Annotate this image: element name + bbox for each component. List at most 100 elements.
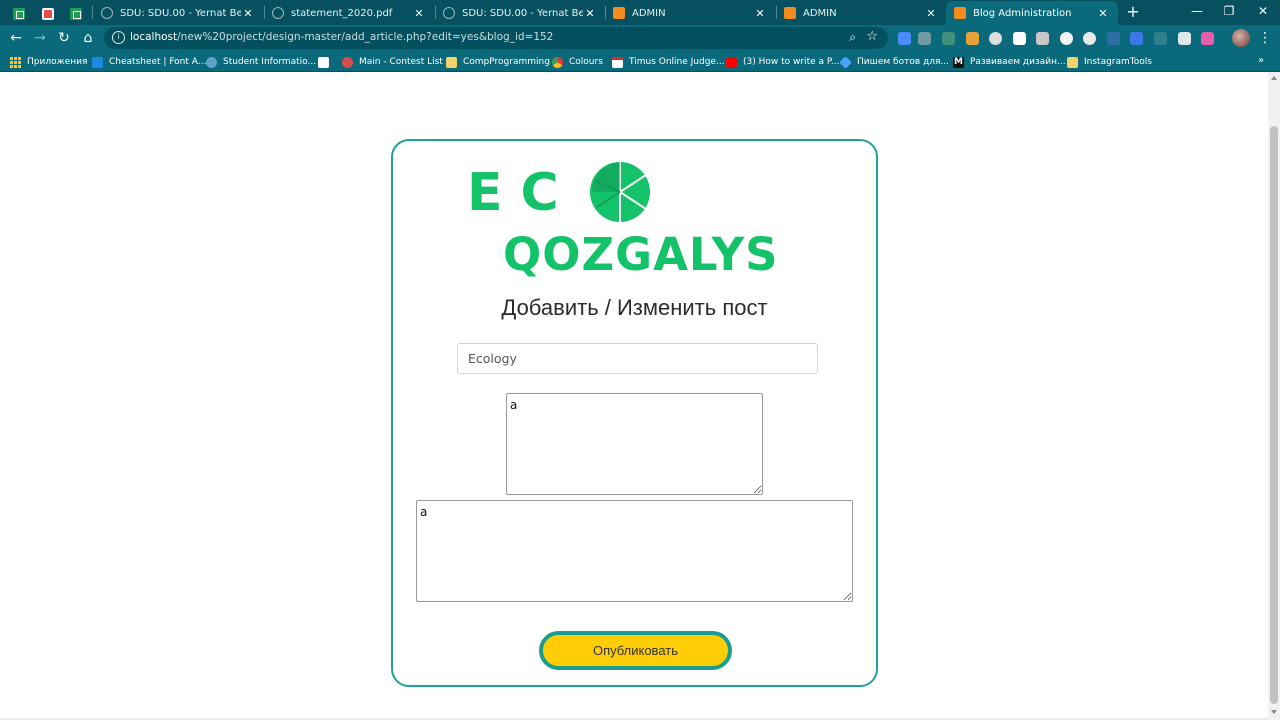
apps-icon: [10, 56, 21, 68]
student-icon: [206, 56, 217, 68]
bookmark-label: CompProgramming: [463, 57, 550, 67]
zoom-icon[interactable]: ⌕: [849, 30, 856, 45]
extension-icon[interactable]: [1130, 32, 1143, 45]
bookmark-timus[interactable]: Timus Online Judge...: [612, 55, 725, 69]
gmail-icon: [612, 56, 623, 68]
new-tab-button[interactable]: +: [1124, 3, 1142, 21]
bookmark-contest-list[interactable]: Main - Contest List: [342, 55, 443, 69]
extension-icon[interactable]: [898, 32, 911, 45]
logo-text-eco: EC: [467, 163, 577, 223]
tab-blog-administration[interactable]: Blog Administration ✕: [946, 1, 1118, 25]
restore-button[interactable]: ❐: [1212, 0, 1246, 24]
medium-icon: M: [953, 56, 964, 68]
admin-icon: [784, 7, 796, 19]
tab-admin-1[interactable]: ADMIN ✕: [605, 1, 775, 25]
tab-statement-pdf[interactable]: statement_2020.pdf ✕: [264, 1, 434, 25]
extension-icon[interactable]: [1013, 32, 1026, 45]
page-scrollbar[interactable]: [1268, 72, 1280, 720]
bookmark-label: Student Informatio...: [223, 57, 317, 67]
contest-icon: [342, 56, 353, 68]
extension-icon[interactable]: [1107, 32, 1120, 45]
scroll-down-icon[interactable]: [1271, 710, 1277, 714]
admin-icon: [613, 7, 625, 19]
admin-icon: [954, 7, 966, 19]
post-full-text-textarea[interactable]: a: [416, 500, 853, 602]
profile-avatar[interactable]: [1232, 29, 1250, 47]
post-editor-card: EC QOZGALYS Добавить / Изменить пост a a…: [391, 139, 878, 687]
extension-icon[interactable]: [942, 32, 955, 45]
post-title-input[interactable]: [457, 343, 818, 374]
scroll-up-icon[interactable]: [1271, 76, 1277, 80]
info-icon[interactable]: i: [112, 31, 125, 44]
bookmark-compprogramming[interactable]: CompProgramming: [446, 55, 550, 69]
globe-icon: [443, 7, 455, 19]
youtube-icon: [726, 56, 737, 68]
extension-icon[interactable]: [966, 32, 979, 45]
extension-icon[interactable]: [1154, 32, 1167, 45]
forward-button[interactable]: →: [31, 29, 49, 47]
close-icon[interactable]: ✕: [412, 7, 426, 20]
bookmark-label: Пишем ботов для...: [857, 57, 949, 67]
bookmark-cheatsheet[interactable]: Cheatsheet | Font A...: [92, 55, 206, 69]
globe-icon: [101, 7, 113, 19]
pinned-tab-app[interactable]: [34, 3, 62, 25]
tab-title: ADMIN: [632, 7, 666, 19]
page-title: Добавить / Изменить пост: [501, 295, 768, 320]
bookmark-colours[interactable]: Colours: [552, 55, 603, 69]
tab-admin-2[interactable]: ADMIN ✕: [776, 1, 946, 25]
extension-icon[interactable]: [1060, 32, 1073, 45]
tab-title: statement_2020.pdf: [291, 7, 393, 19]
close-icon[interactable]: ✕: [241, 7, 255, 20]
close-window-button[interactable]: ✕: [1246, 0, 1280, 24]
tab-title: SDU: SDU.00 - Yernat Bekzat, Al: [462, 7, 583, 19]
bookmark-apps[interactable]: Приложения: [10, 55, 87, 69]
bookmark-student-info[interactable]: Student Informatio...: [206, 55, 316, 69]
close-icon[interactable]: ✕: [583, 7, 597, 20]
bookmarks-bar: Приложения Cheatsheet | Font A... Studen…: [0, 52, 1280, 72]
extension-icon[interactable]: [1083, 32, 1096, 45]
sheets-icon: [13, 8, 25, 20]
pinned-tab-sheets[interactable]: [5, 3, 33, 25]
bookmarks-overflow-button[interactable]: »: [1258, 55, 1264, 66]
extension-icon[interactable]: [1178, 32, 1191, 45]
pinned-tab-sheets-2[interactable]: [62, 3, 90, 25]
pdf-icon: [272, 7, 284, 19]
chrome-icon: [552, 56, 563, 68]
tab-title: Blog Administration: [973, 7, 1072, 19]
folder-icon: [446, 56, 457, 68]
eco-qozgalys-logo: EC QOZGALYS: [467, 161, 807, 281]
bookmark-design[interactable]: M Развиваем дизайн...: [953, 55, 1066, 69]
tab-sdu-2[interactable]: SDU: SDU.00 - Yernat Bekzat, Al ✕: [435, 1, 605, 25]
publish-button[interactable]: Опубликовать: [539, 631, 732, 670]
post-short-text-textarea[interactable]: a: [506, 393, 763, 495]
address-url[interactable]: localhost/new%20project/design-master/ad…: [130, 31, 553, 43]
url-host: localhost: [130, 31, 178, 43]
extension-icon[interactable]: [1201, 32, 1214, 45]
address-bar[interactable]: i localhost/new%20project/design-master/…: [104, 27, 888, 49]
folder-icon: [1067, 56, 1078, 68]
bookmark-youtube[interactable]: (3) How to write a P...: [726, 55, 839, 69]
bookmark-instagramtools[interactable]: InstagramTools: [1067, 55, 1152, 69]
extension-icon[interactable]: [1036, 32, 1049, 45]
bookmark-bots[interactable]: Пишем ботов для...: [839, 55, 949, 69]
extension-icon[interactable]: [989, 32, 1002, 45]
scrollbar-thumb[interactable]: [1270, 126, 1278, 704]
menu-icon[interactable]: ⋮: [1258, 29, 1272, 47]
tab-strip: SDU: SDU.00 - Yernat Bekzat, Al ✕ statem…: [0, 0, 1280, 25]
tab-sdu-1[interactable]: SDU: SDU.00 - Yernat Bekzat, Al ✕: [93, 1, 263, 25]
back-button[interactable]: ←: [7, 29, 25, 47]
reload-button[interactable]: ↻: [55, 29, 73, 47]
bookmark-star-icon[interactable]: ☆: [866, 29, 878, 44]
bookmark-label: Timus Online Judge...: [629, 57, 725, 67]
leaf-icon: [590, 162, 650, 222]
minimize-button[interactable]: —: [1180, 0, 1214, 24]
extension-icon[interactable]: [918, 32, 931, 45]
close-icon[interactable]: ✕: [753, 7, 767, 20]
sheets-icon: [70, 8, 82, 20]
home-button[interactable]: ⌂: [79, 29, 97, 47]
close-icon[interactable]: ✕: [1096, 7, 1110, 20]
url-path: /new%20project/design-master/add_article…: [177, 31, 554, 43]
close-icon[interactable]: ✕: [924, 7, 938, 20]
bookmark-stats[interactable]: [318, 55, 335, 69]
bookmark-label: (3) How to write a P...: [743, 57, 840, 67]
